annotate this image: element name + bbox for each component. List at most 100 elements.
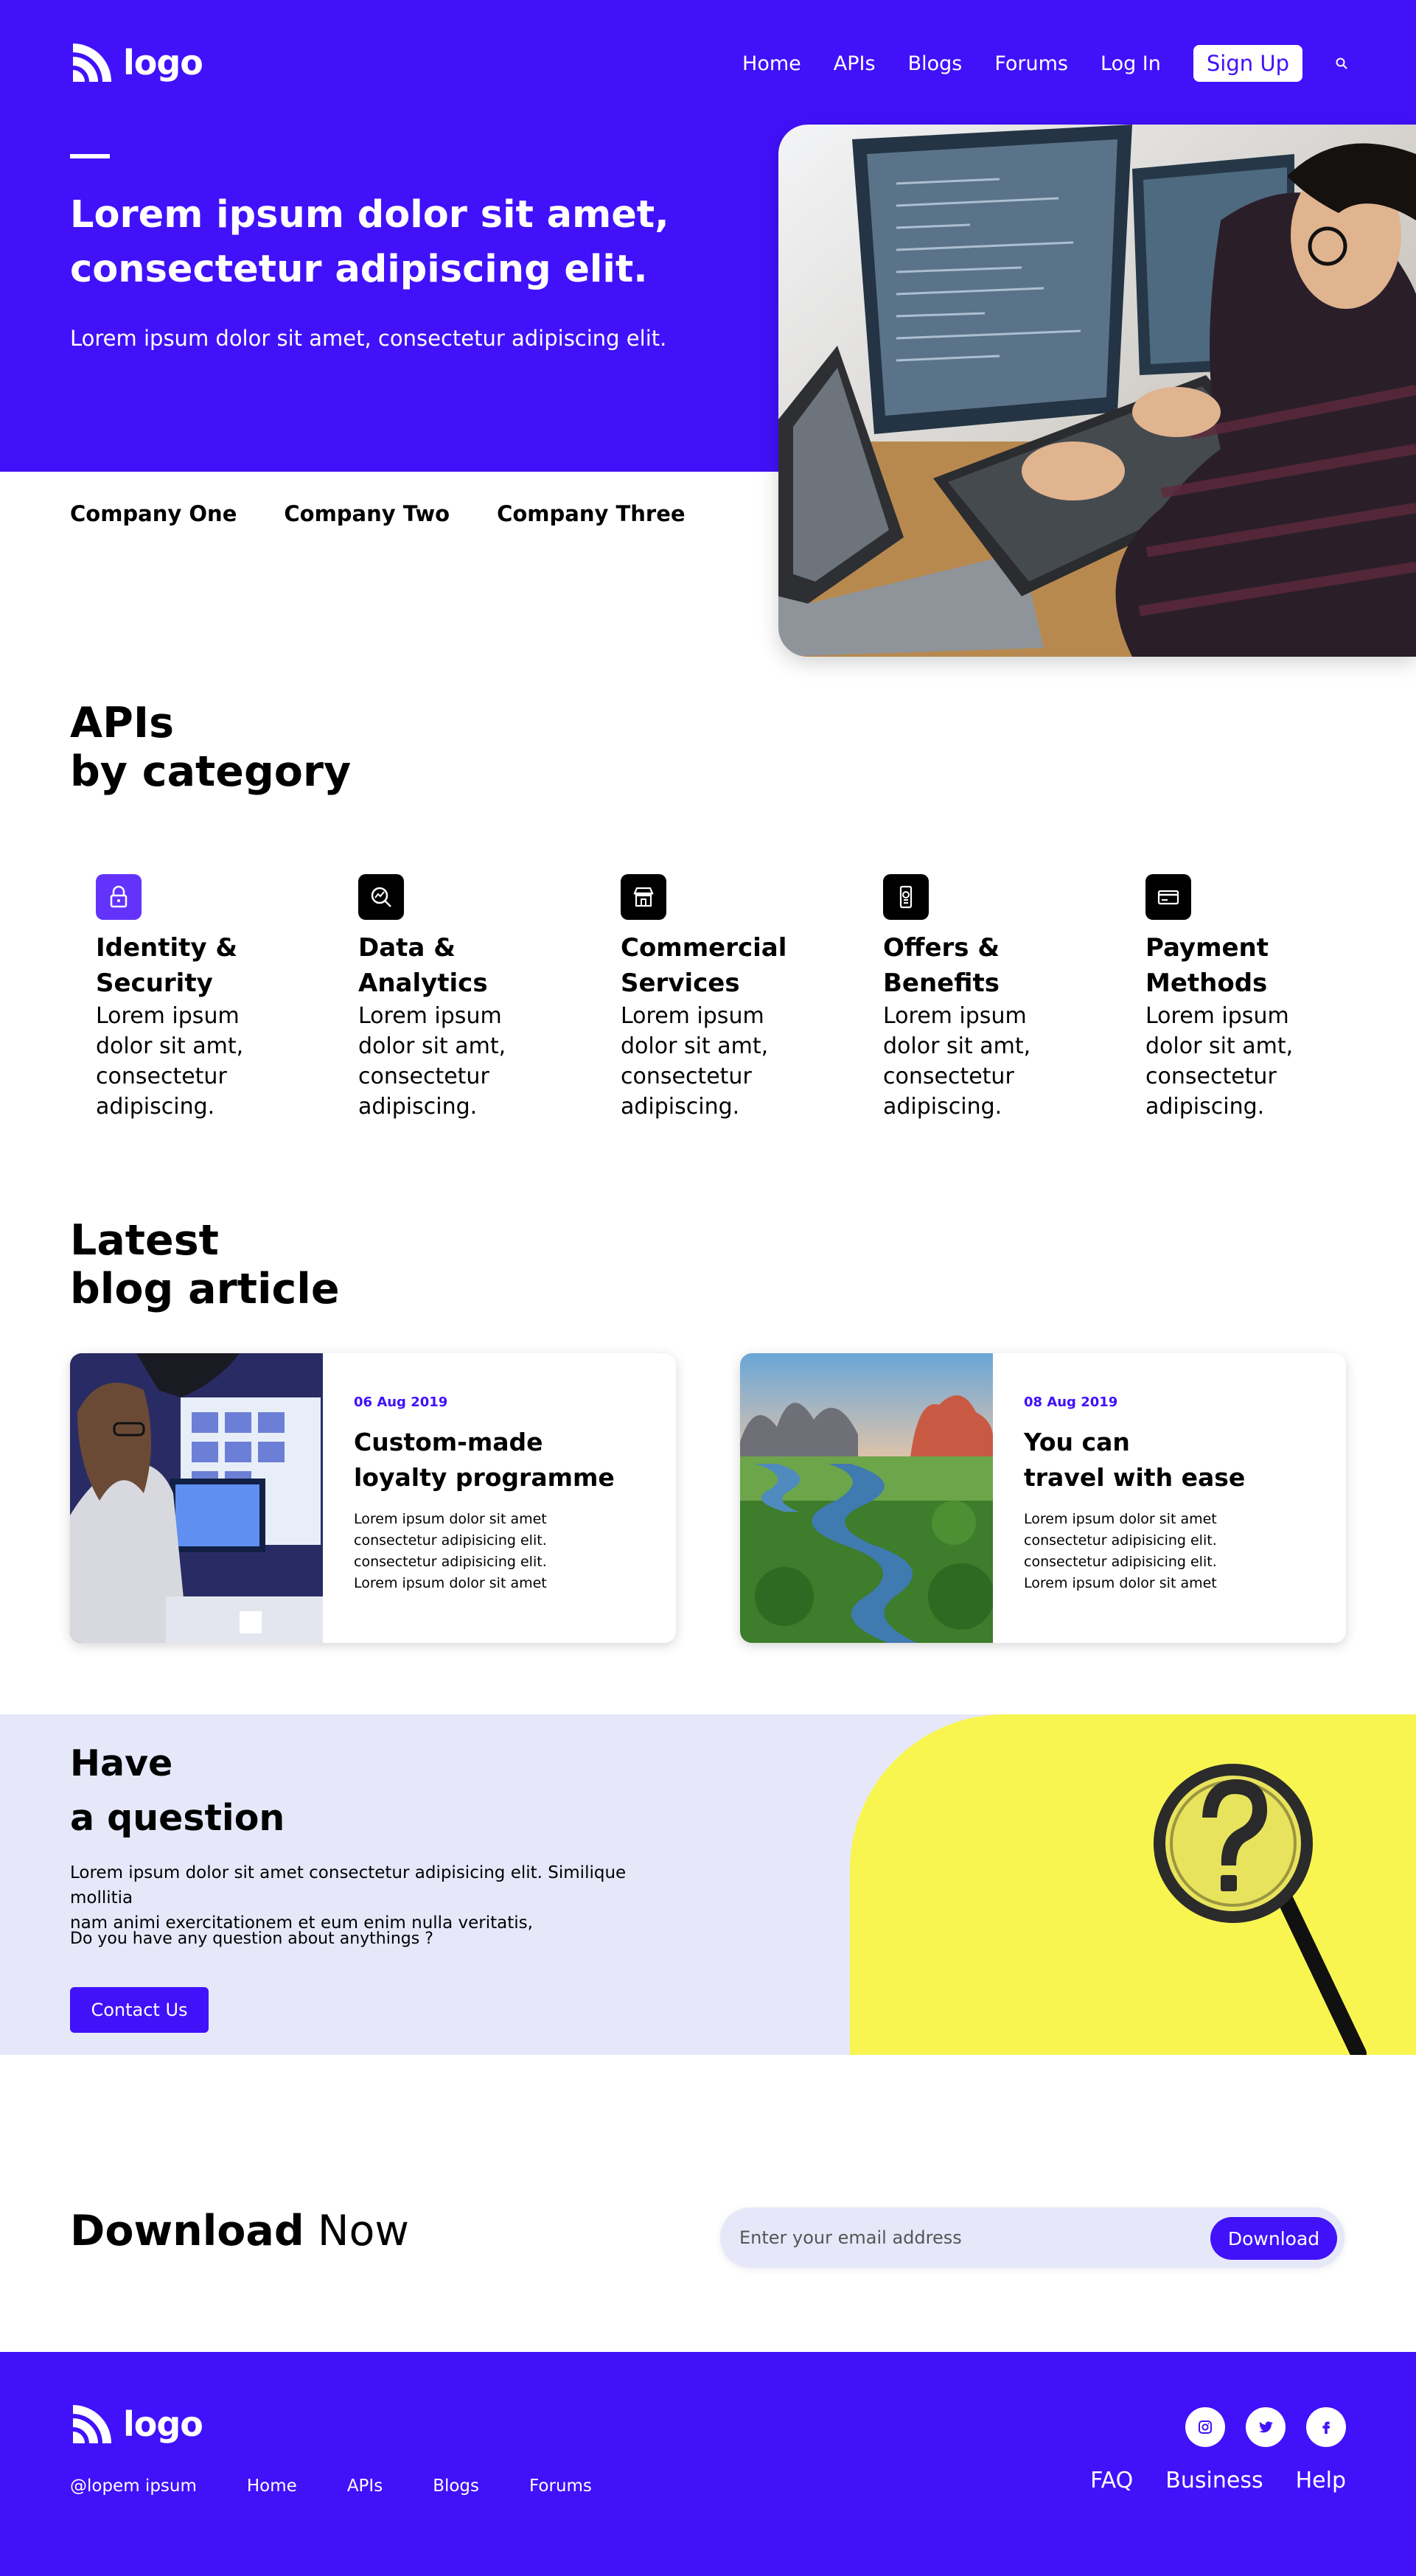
category-desc-line: adipiscing.	[1145, 1094, 1265, 1120]
category-title-line: Security	[96, 968, 213, 998]
question-title: Have a question	[70, 1736, 285, 1846]
category-description: Lorem ipsum dolor sit amt, consectetur a…	[358, 1001, 550, 1122]
footer-link-faq[interactable]: FAQ	[1090, 2468, 1133, 2493]
company-name: Company One	[70, 501, 237, 526]
blog-card-title-line: Custom-made	[354, 1428, 543, 1456]
blog-card-title[interactable]: You can travel with ease	[1024, 1425, 1333, 1495]
blog-card-text-line: Lorem ipsum dolor sit amet	[354, 1511, 547, 1527]
social-links	[1185, 2407, 1346, 2447]
email-input[interactable]	[739, 2207, 1182, 2268]
blog-title-line: blog article	[70, 1265, 340, 1313]
nav-blogs[interactable]: Blogs	[908, 52, 963, 75]
blog-card-text-line: Lorem ipsum dolor sit amet	[1024, 1511, 1217, 1527]
category-desc-line: dolor sit amt,	[1145, 1033, 1294, 1059]
footer-handle: @lopem ipsum	[70, 2476, 197, 2496]
footer-link-blogs[interactable]: Blogs	[433, 2476, 479, 2496]
download-title: Download Now	[70, 2205, 409, 2257]
footer-link-home[interactable]: Home	[247, 2476, 297, 2496]
analytics-icon	[358, 874, 404, 920]
category-desc-line: dolor sit amt,	[96, 1033, 244, 1059]
category-data-analytics[interactable]: Data & Analytics Lorem ipsum dolor sit a…	[358, 874, 550, 1122]
category-desc-line: dolor sit amt,	[358, 1033, 506, 1059]
category-title-line: Data &	[358, 933, 456, 963]
footer-link-business[interactable]: Business	[1165, 2468, 1263, 2493]
download-button[interactable]: Download	[1210, 2217, 1337, 2260]
hero-title: Lorem ipsum dolor sit amet, consectetur …	[70, 188, 733, 297]
main-nav: Home APIs Blogs Forums Log In Sign Up	[710, 43, 1350, 84]
category-desc-line: Lorem ipsum	[621, 1003, 764, 1029]
question-prompt: Do you have any question about anythings…	[70, 1930, 433, 1948]
logo-mark-icon	[73, 2405, 111, 2443]
category-title-line: Services	[621, 968, 740, 998]
footer-link-forums[interactable]: Forums	[529, 2476, 592, 2496]
category-description: Lorem ipsum dolor sit amt, consectetur a…	[96, 1001, 287, 1122]
logo-text: logo	[123, 2404, 203, 2444]
blog-card-body: 06 Aug 2019 Custom-made loyalty programm…	[354, 1395, 663, 1594]
company-name: Company Two	[284, 501, 450, 526]
credit-card-icon	[1145, 874, 1191, 920]
signup-button[interactable]: Sign Up	[1193, 45, 1302, 82]
category-identity-security[interactable]: Identity & Security Lorem ipsum dolor si…	[96, 874, 287, 1122]
category-commercial-services[interactable]: Commercial Services Lorem ipsum dolor si…	[621, 874, 812, 1122]
download-title-bold: Download	[70, 2207, 304, 2255]
apis-section-title: APIs by category	[70, 699, 351, 796]
blog-card[interactable]: 06 Aug 2019 Custom-made loyalty programm…	[70, 1353, 676, 1643]
search-icon[interactable]	[1333, 55, 1350, 71]
category-title-line: Analytics	[358, 968, 488, 998]
category-desc-line: adipiscing.	[96, 1094, 215, 1120]
category-description: Lorem ipsum dolor sit amt, consectetur a…	[1145, 1001, 1337, 1122]
blog-card[interactable]: 08 Aug 2019 You can travel with ease Lor…	[740, 1353, 1346, 1643]
category-desc-line: Lorem ipsum	[883, 1003, 1027, 1029]
instagram-icon[interactable]	[1185, 2407, 1225, 2447]
category-desc-line: Lorem ipsum	[96, 1003, 240, 1029]
category-description: Lorem ipsum dolor sit amt, consectetur a…	[883, 1001, 1075, 1122]
blog-card-text-line: consectetur adipisicing elit.	[1024, 1532, 1217, 1549]
hero-subtitle: Lorem ipsum dolor sit amet, consectetur …	[70, 326, 667, 351]
category-desc-line: consectetur	[1145, 1064, 1277, 1089]
category-payment-methods[interactable]: Payment Methods Lorem ipsum dolor sit am…	[1145, 874, 1337, 1122]
nav-apis[interactable]: APIs	[834, 52, 876, 75]
blog-card-body: 08 Aug 2019 You can travel with ease Lor…	[1024, 1395, 1333, 1594]
blog-card-text-line: Lorem ipsum dolor sit amet	[1024, 1575, 1217, 1591]
category-desc-line: dolor sit amt,	[621, 1033, 769, 1059]
blog-card-title-line: loyalty programme	[354, 1463, 615, 1492]
blog-card-title[interactable]: Custom-made loyalty programme	[354, 1425, 663, 1495]
nav-home[interactable]: Home	[742, 52, 801, 75]
category-desc-line: Lorem ipsum	[358, 1003, 502, 1029]
category-title: Identity & Security	[96, 930, 287, 1001]
footer	[0, 2352, 1416, 2576]
footer-logo[interactable]: logo	[70, 2401, 203, 2447]
category-offers-benefits[interactable]: Offers & Benefits Lorem ipsum dolor sit …	[883, 874, 1075, 1122]
category-desc-line: consectetur	[883, 1064, 1014, 1089]
logo-text: logo	[123, 43, 203, 83]
apis-title-line: by category	[70, 747, 352, 796]
nav-forums[interactable]: Forums	[994, 52, 1068, 75]
category-title: Offers & Benefits	[883, 930, 1075, 1001]
hero-title-line: consectetur adipiscing elit.	[70, 248, 648, 291]
hero-accent-line	[70, 154, 110, 158]
question-image-magnifier	[850, 1714, 1416, 2055]
category-desc-line: adipiscing.	[621, 1094, 740, 1120]
category-desc-line: Lorem ipsum	[1145, 1003, 1289, 1029]
logo[interactable]: logo	[70, 41, 203, 85]
download-form: Download	[720, 2207, 1344, 2268]
category-title: Commercial Services	[621, 930, 812, 1001]
contact-us-button[interactable]: Contact Us	[70, 1987, 209, 2033]
nav-login[interactable]: Log In	[1101, 52, 1161, 75]
category-title-line: Commercial	[621, 933, 787, 963]
blog-card-title-line: travel with ease	[1024, 1463, 1246, 1492]
blog-card-image-woman-at-screens	[70, 1353, 323, 1643]
facebook-icon[interactable]	[1306, 2407, 1346, 2447]
footer-link-help[interactable]: Help	[1296, 2468, 1346, 2493]
blog-title-line: Latest	[70, 1216, 219, 1265]
footer-link-apis[interactable]: APIs	[347, 2476, 383, 2496]
blog-card-title-line: You can	[1024, 1428, 1130, 1456]
category-title-line: Methods	[1145, 968, 1268, 998]
blog-card-date: 06 Aug 2019	[354, 1395, 448, 1410]
category-title-line: Identity &	[96, 933, 238, 963]
twitter-icon[interactable]	[1246, 2407, 1286, 2447]
blog-card-image-river-landscape	[740, 1353, 994, 1643]
category-desc-line: dolor sit amt,	[883, 1033, 1031, 1059]
category-description: Lorem ipsum dolor sit amt, consectetur a…	[621, 1001, 812, 1122]
hero-image-developer-at-computers	[778, 125, 1416, 657]
